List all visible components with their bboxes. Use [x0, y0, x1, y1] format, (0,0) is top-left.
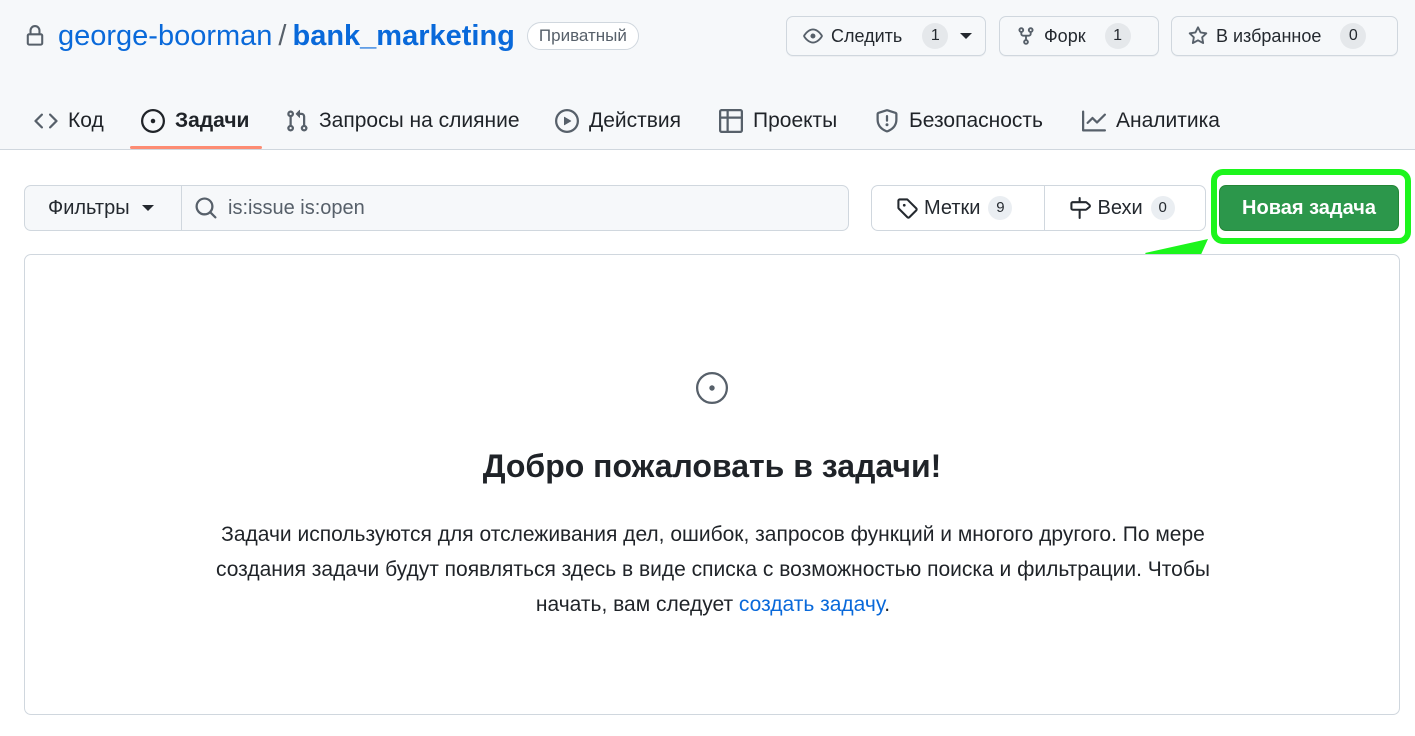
blankslate-text: Задачи используются для отслеживания дел…	[215, 523, 1210, 616]
blankslate-title: Добро пожаловать в задачи!	[482, 448, 942, 484]
issue-opened-icon	[695, 371, 729, 405]
blankslate-description: Задачи используются для отслеживания дел…	[213, 517, 1213, 622]
create-issue-link[interactable]: создать задачу	[739, 593, 884, 616]
blankslate-text-end: .	[884, 593, 891, 616]
issues-blankslate: Добро пожаловать в задачи! Задачи исполь…	[24, 254, 1400, 715]
